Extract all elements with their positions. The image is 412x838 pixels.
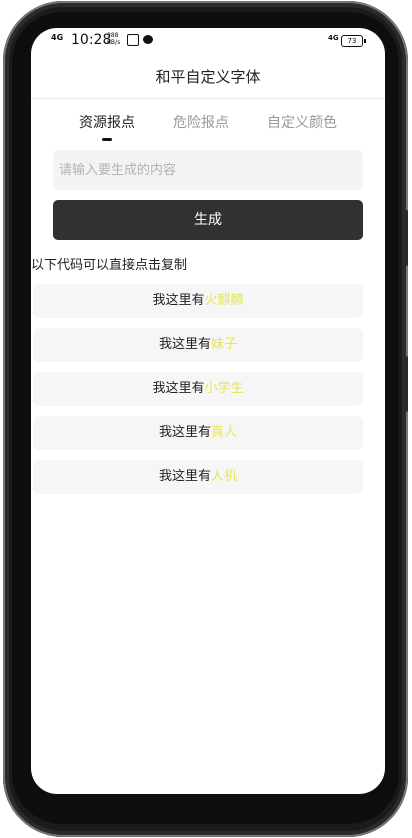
code-item[interactable]: 我这里有真人 (33, 416, 363, 450)
code-item[interactable]: 我这里有小学生 (33, 372, 363, 406)
code-item[interactable]: 我这里有火麒麟 (33, 284, 363, 318)
chat-notification-icon (143, 35, 153, 44)
code-item-prefix: 我这里有 (158, 469, 211, 484)
network-speed: 388 KB/s (107, 32, 120, 46)
generate-button[interactable]: 生成 (53, 200, 363, 240)
tab-danger-report[interactable]: 危险报点 (151, 108, 251, 138)
code-item-highlight: 妹子 (211, 337, 238, 352)
app-bar: 和平自定义字体 (31, 56, 385, 99)
phone-screen: 4G 10:28 388 KB/s 4G 73 和平自定义字体 资源报点 危险报… (31, 28, 385, 794)
network-speed-value: 388 (107, 32, 119, 39)
network-type: 4G (328, 34, 339, 42)
nfc-icon (127, 34, 139, 46)
code-item[interactable]: 我这里有人机 (33, 460, 363, 494)
tab-bar: 资源报点 危险报点 自定义颜色 (31, 108, 385, 142)
phone-side-button-right-bottom (404, 356, 408, 412)
network-speed-unit: KB/s (107, 39, 121, 46)
code-item-highlight: 真人 (211, 425, 238, 440)
code-item-prefix: 我这里有 (158, 425, 211, 440)
code-item-highlight: 火麒麟 (204, 293, 244, 308)
status-time: 10:28 (71, 32, 112, 48)
code-item-prefix: 我这里有 (152, 293, 205, 308)
code-item-highlight: 小学生 (204, 381, 244, 396)
code-item-highlight: 人机 (211, 469, 238, 484)
battery-icon: 73 (341, 35, 366, 47)
signal-icon: 4G (51, 33, 64, 42)
code-item[interactable]: 我这里有妹子 (33, 328, 363, 362)
tab-custom-color[interactable]: 自定义颜色 (252, 108, 352, 138)
active-tab-indicator (102, 138, 112, 141)
page-title: 和平自定义字体 (155, 68, 261, 86)
tab-resource-report[interactable]: 资源报点 (57, 108, 157, 138)
phone-side-button-left (5, 312, 9, 368)
code-item-prefix: 我这里有 (152, 381, 205, 396)
phone-side-button-right-top (404, 210, 408, 266)
status-bar: 4G 10:28 388 KB/s 4G 73 (31, 28, 385, 56)
content-input[interactable] (53, 150, 363, 190)
code-item-prefix: 我这里有 (158, 337, 211, 352)
copy-hint-text: 以下代码可以直接点击复制 (31, 258, 188, 273)
